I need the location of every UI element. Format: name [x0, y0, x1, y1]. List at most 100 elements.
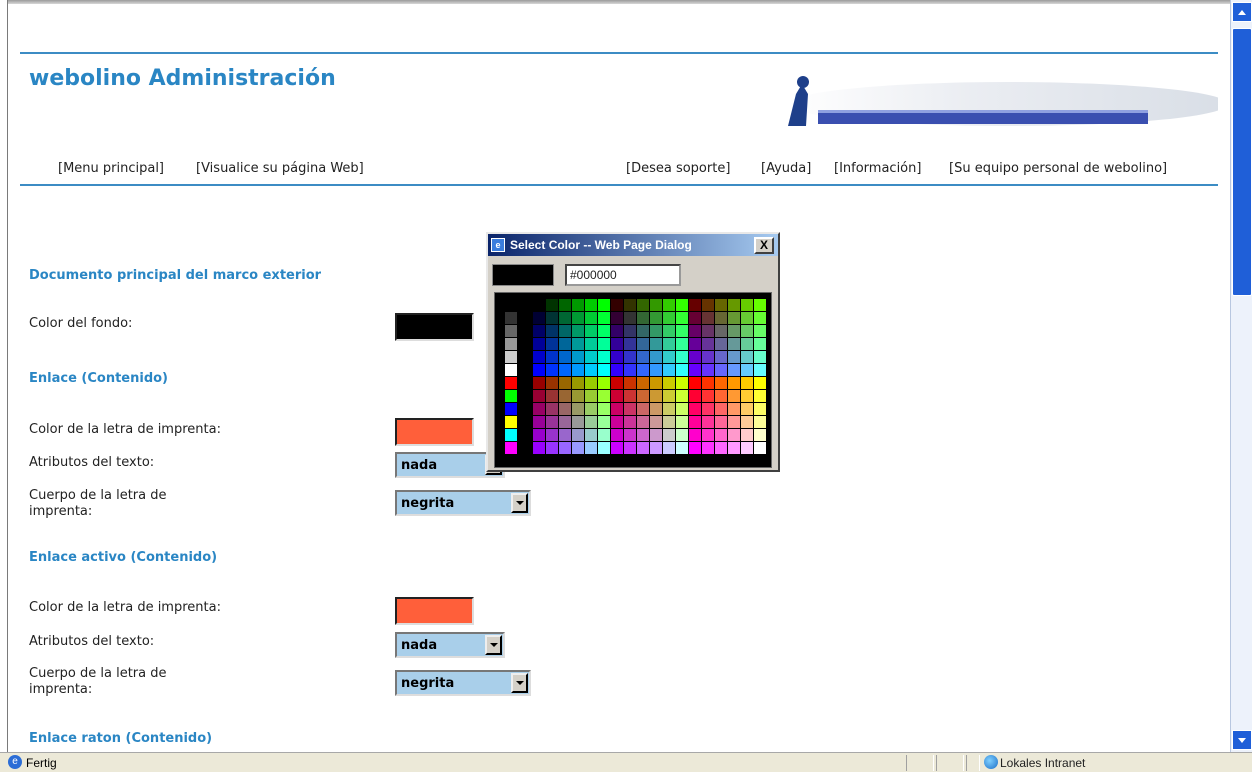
palette-swatch[interactable]	[624, 299, 636, 311]
palette-swatch[interactable]	[572, 312, 584, 324]
palette-swatch[interactable]	[715, 338, 727, 350]
palette-swatch[interactable]	[754, 351, 766, 363]
palette-swatch[interactable]	[611, 377, 623, 389]
palette-swatch[interactable]	[637, 299, 649, 311]
palette-swatch[interactable]	[650, 429, 662, 441]
palette-swatch[interactable]	[546, 299, 558, 311]
hex-color-input[interactable]: #000000	[565, 264, 681, 286]
palette-swatch[interactable]	[663, 312, 675, 324]
palette-swatch[interactable]	[637, 312, 649, 324]
palette-swatch[interactable]	[663, 442, 675, 454]
palette-swatch[interactable]	[715, 403, 727, 415]
palette-swatch[interactable]	[585, 364, 597, 376]
palette-swatch[interactable]	[637, 416, 649, 428]
color-swatch-enlace-activo[interactable]	[395, 597, 474, 625]
palette-swatch[interactable]	[728, 325, 740, 337]
palette-swatch[interactable]	[505, 325, 517, 337]
palette-swatch[interactable]	[728, 351, 740, 363]
palette-swatch[interactable]	[663, 338, 675, 350]
palette-swatch[interactable]	[572, 364, 584, 376]
nav-visualice-pagina[interactable]: [Visualice su página Web]	[196, 161, 364, 176]
palette-swatch[interactable]	[715, 351, 727, 363]
scroll-up-button[interactable]	[1232, 2, 1252, 22]
palette-swatch[interactable]	[505, 403, 517, 415]
palette-swatch[interactable]	[702, 390, 714, 402]
palette-swatch[interactable]	[533, 403, 545, 415]
palette-swatch[interactable]	[676, 299, 688, 311]
palette-swatch[interactable]	[689, 338, 701, 350]
palette-swatch[interactable]	[546, 390, 558, 402]
palette-swatch[interactable]	[611, 312, 623, 324]
palette-swatch[interactable]	[637, 390, 649, 402]
palette-swatch[interactable]	[611, 416, 623, 428]
palette-swatch[interactable]	[676, 351, 688, 363]
palette-swatch[interactable]	[598, 442, 610, 454]
palette-swatch[interactable]	[624, 364, 636, 376]
palette-swatch[interactable]	[741, 364, 753, 376]
palette-swatch[interactable]	[728, 364, 740, 376]
palette-swatch[interactable]	[637, 377, 649, 389]
palette-swatch[interactable]	[585, 312, 597, 324]
palette-swatch[interactable]	[559, 390, 571, 402]
scroll-thumb[interactable]	[1232, 28, 1252, 296]
palette-swatch[interactable]	[754, 429, 766, 441]
palette-swatch[interactable]	[663, 351, 675, 363]
palette-swatch[interactable]	[559, 364, 571, 376]
palette-swatch[interactable]	[689, 377, 701, 389]
palette-swatch[interactable]	[559, 429, 571, 441]
select-cuerpo-activo[interactable]: negrita	[395, 670, 531, 696]
nav-informacion[interactable]: [Información]	[834, 161, 921, 176]
palette-swatch[interactable]	[546, 416, 558, 428]
palette-swatch[interactable]	[533, 416, 545, 428]
palette-swatch[interactable]	[754, 390, 766, 402]
palette-swatch[interactable]	[741, 351, 753, 363]
palette-swatch[interactable]	[624, 325, 636, 337]
palette-swatch[interactable]	[676, 442, 688, 454]
palette-swatch[interactable]	[650, 390, 662, 402]
palette-swatch[interactable]	[533, 325, 545, 337]
palette-swatch[interactable]	[663, 364, 675, 376]
palette-swatch[interactable]	[546, 351, 558, 363]
palette-swatch[interactable]	[676, 338, 688, 350]
palette-swatch[interactable]	[702, 338, 714, 350]
close-button[interactable]: X	[754, 237, 774, 254]
palette-swatch[interactable]	[624, 390, 636, 402]
palette-swatch[interactable]	[663, 377, 675, 389]
palette-swatch[interactable]	[689, 429, 701, 441]
palette-swatch[interactable]	[637, 351, 649, 363]
palette-swatch[interactable]	[572, 351, 584, 363]
palette-swatch[interactable]	[533, 364, 545, 376]
palette-swatch[interactable]	[676, 390, 688, 402]
palette-swatch[interactable]	[611, 390, 623, 402]
dialog-titlebar[interactable]: e Select Color -- Web Page Dialog X	[488, 234, 778, 256]
palette-swatch[interactable]	[559, 351, 571, 363]
palette-swatch[interactable]	[689, 325, 701, 337]
palette-swatch[interactable]	[505, 442, 517, 454]
palette-swatch[interactable]	[728, 429, 740, 441]
palette-swatch[interactable]	[533, 377, 545, 389]
palette-swatch[interactable]	[676, 325, 688, 337]
palette-swatch[interactable]	[663, 429, 675, 441]
palette-swatch[interactable]	[702, 377, 714, 389]
palette-swatch[interactable]	[702, 364, 714, 376]
palette-swatch[interactable]	[598, 403, 610, 415]
palette-swatch[interactable]	[546, 364, 558, 376]
palette-swatch[interactable]	[533, 312, 545, 324]
palette-swatch[interactable]	[585, 429, 597, 441]
palette-swatch[interactable]	[650, 312, 662, 324]
palette-swatch[interactable]	[689, 390, 701, 402]
nav-equipo-personal[interactable]: [Su equipo personal de webolino]	[949, 161, 1167, 176]
chevron-down-icon[interactable]	[511, 493, 528, 513]
palette-swatch[interactable]	[505, 364, 517, 376]
palette-swatch[interactable]	[650, 416, 662, 428]
palette-swatch[interactable]	[624, 377, 636, 389]
palette-swatch[interactable]	[715, 390, 727, 402]
palette-swatch[interactable]	[741, 312, 753, 324]
palette-swatch[interactable]	[728, 416, 740, 428]
palette-swatch[interactable]	[715, 364, 727, 376]
palette-swatch[interactable]	[650, 364, 662, 376]
palette-swatch[interactable]	[611, 364, 623, 376]
palette-swatch[interactable]	[689, 312, 701, 324]
palette-swatch[interactable]	[741, 403, 753, 415]
palette-swatch[interactable]	[533, 442, 545, 454]
